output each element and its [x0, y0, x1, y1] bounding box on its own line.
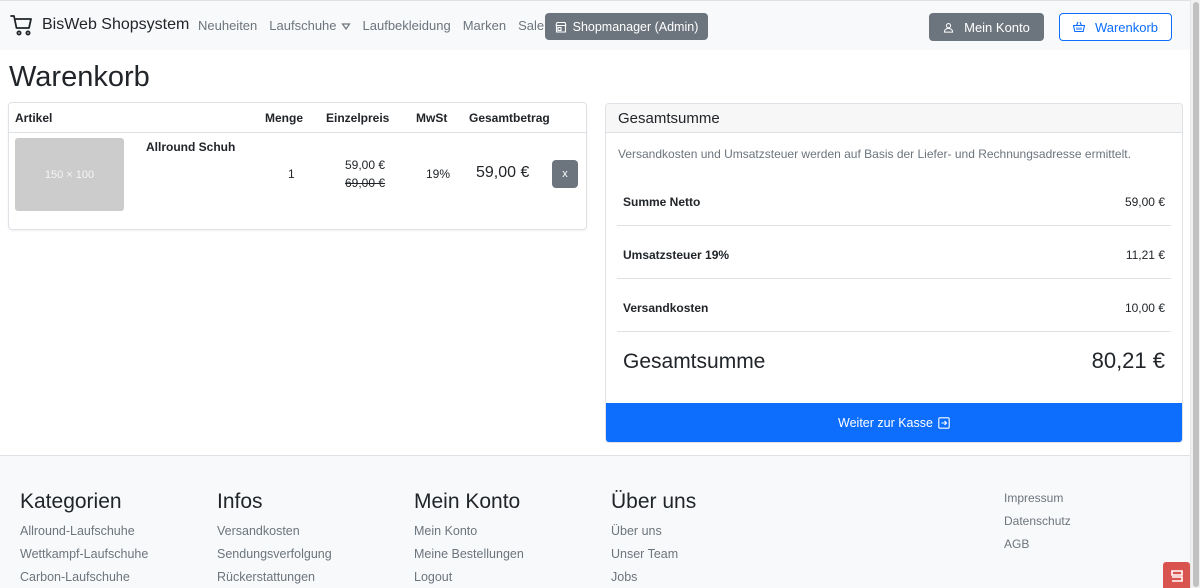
nav-link-laufbekleidung[interactable]: Laufbekleidung	[363, 18, 451, 33]
footer-link[interactable]: Meine Bestellungen	[414, 543, 524, 566]
nav-link-laufschuhe[interactable]: Laufschuhe	[269, 18, 351, 33]
brand[interactable]: BisWeb Shopsystem	[10, 13, 189, 37]
grand-total-value: 80,21 €	[1091, 348, 1165, 373]
footer-legal-links: Impressum Datenschutz AGB	[1004, 487, 1071, 556]
grand-total-row: Gesamtsumme 80,21 €	[617, 336, 1171, 388]
main-nav: Neuheiten Laufschuhe Laufbekleidung Mark…	[198, 18, 544, 33]
footer-column-title: Kategorien	[20, 490, 122, 513]
footer-link[interactable]: Wettkampf-Laufschuhe	[20, 543, 148, 566]
cart-button-label: Warenkorb	[1094, 19, 1159, 35]
summary-row-value: 10,00 €	[1124, 301, 1165, 315]
cart-table: Artikel Menge Einzelpreis MwSt Gesamtbet…	[8, 102, 587, 230]
grand-total-label: Gesamtsumme	[623, 350, 766, 373]
shopmanager-admin-label: Shopmanager (Admin)	[572, 19, 699, 34]
footer-column-kategorien: Kategorien Allround-Laufschuhe Wettkampf…	[20, 490, 148, 588]
brand-name: BisWeb Shopsystem	[42, 16, 190, 33]
footer-column-mein-konto: Mein Konto Mein Konto Meine Bestellungen…	[414, 490, 524, 588]
footer: Kategorien Allround-Laufschuhe Wettkampf…	[0, 455, 1190, 588]
column-header-mwst: MwSt	[416, 111, 448, 125]
account-button[interactable]: Mein Konto	[929, 13, 1044, 41]
footer-column-title: Infos	[217, 490, 263, 513]
product-unit-price: 59,00 €	[345, 158, 386, 172]
product-quantity: 1	[288, 167, 295, 181]
summary-row-umsatzsteuer: Umsatzsteuer 19% 11,21 €	[617, 226, 1171, 279]
product-image-placeholder-text: 150 × 100	[44, 168, 95, 181]
summary-row-value: 11,21 €	[1125, 248, 1165, 262]
footer-link[interactable]: Allround-Laufschuhe	[20, 520, 148, 543]
summary-row-label: Versandkosten	[623, 301, 709, 315]
footer-column-title: Mein Konto	[414, 490, 521, 513]
vertical-scrollbar[interactable]	[1190, 0, 1200, 588]
box-arrow-right-icon	[938, 417, 950, 429]
footer-link[interactable]: Logout	[414, 566, 524, 588]
page-title: Warenkorb	[9, 61, 150, 93]
nav-link-laufschuhe-label: Laufschuhe	[269, 18, 337, 33]
nav-link-marken[interactable]: Marken	[463, 18, 506, 33]
summary-row-label: Summe Netto	[623, 195, 701, 209]
footer-link-datenschutz[interactable]: Datenschutz	[1004, 510, 1071, 533]
footer-link-agb[interactable]: AGB	[1004, 533, 1071, 556]
product-total: 59,00 €	[476, 164, 530, 181]
order-summary: Gesamtsumme Versandkosten und Umsatzsteu…	[605, 103, 1183, 443]
product-old-price: 69,00 €	[345, 176, 386, 190]
order-summary-header: Gesamtsumme	[606, 104, 1182, 133]
footer-link[interactable]: Carbon-Laufschuhe	[20, 566, 148, 588]
logo-icon	[1170, 569, 1183, 582]
cart-button[interactable]: Warenkorb	[1059, 13, 1172, 41]
summary-row-versandkosten: Versandkosten 10,00 €	[617, 279, 1171, 332]
cart-table-header: Artikel Menge Einzelpreis MwSt Gesamtbet…	[9, 103, 586, 133]
navbar: BisWeb Shopsystem Neuheiten Laufschuhe L…	[0, 0, 1190, 50]
nav-link-sale[interactable]: Sale	[518, 18, 544, 33]
summary-row-label: Umsatzsteuer 19%	[623, 248, 730, 262]
product-name[interactable]: Allround Schuh	[146, 140, 235, 154]
account-button-label: Mein Konto	[964, 19, 1030, 35]
browser-extension-icon[interactable]	[1163, 562, 1190, 588]
product-tax-rate: 19%	[426, 167, 451, 181]
summary-row-value: 59,00 €	[1124, 195, 1165, 209]
column-header-einzelpreis: Einzelpreis	[326, 111, 390, 125]
footer-link[interactable]: Unser Team	[611, 543, 696, 566]
column-header-gesamtbetrag: Gesamtbetrag	[469, 111, 550, 125]
user-icon	[943, 22, 954, 33]
remove-item-button[interactable]: x	[552, 160, 578, 188]
column-header-menge: Menge	[265, 111, 304, 125]
shopmanager-admin-button[interactable]: Shopmanager (Admin)	[545, 13, 708, 40]
footer-column-title: Über uns	[611, 490, 697, 513]
product-image[interactable]: 150 × 100	[15, 138, 124, 211]
checkout-button[interactable]: Weiter zur Kasse	[606, 403, 1182, 442]
nav-link-neuheiten[interactable]: Neuheiten	[198, 18, 257, 33]
footer-column-infos: Infos Versandkosten Sendungsverfolgung R…	[217, 490, 332, 588]
column-header-artikel: Artikel	[15, 111, 53, 125]
checkout-button-label: Weiter zur Kasse	[838, 416, 933, 430]
shopping-cart-icon	[10, 15, 32, 36]
order-summary-note: Versandkosten und Umsatzsteuer werden au…	[618, 147, 1131, 161]
footer-link[interactable]: Rückerstattungen	[217, 566, 332, 588]
summary-row-netto: Summe Netto 59,00 €	[617, 173, 1171, 226]
shop-icon	[555, 21, 567, 33]
footer-column-ueber-uns: Über uns Über uns Unser Team Jobs	[611, 490, 696, 588]
footer-link[interactable]: Sendungsverfolgung	[217, 543, 332, 566]
footer-link[interactable]: Jobs	[611, 566, 696, 588]
footer-link[interactable]: Über uns	[611, 520, 696, 543]
basket-icon	[1072, 21, 1085, 33]
footer-link-impressum[interactable]: Impressum	[1004, 487, 1071, 510]
footer-link[interactable]: Mein Konto	[414, 520, 524, 543]
chevron-down-icon	[340, 22, 351, 30]
scrollbar-thumb[interactable]	[1193, 2, 1199, 587]
footer-link[interactable]: Versandkosten	[217, 520, 332, 543]
